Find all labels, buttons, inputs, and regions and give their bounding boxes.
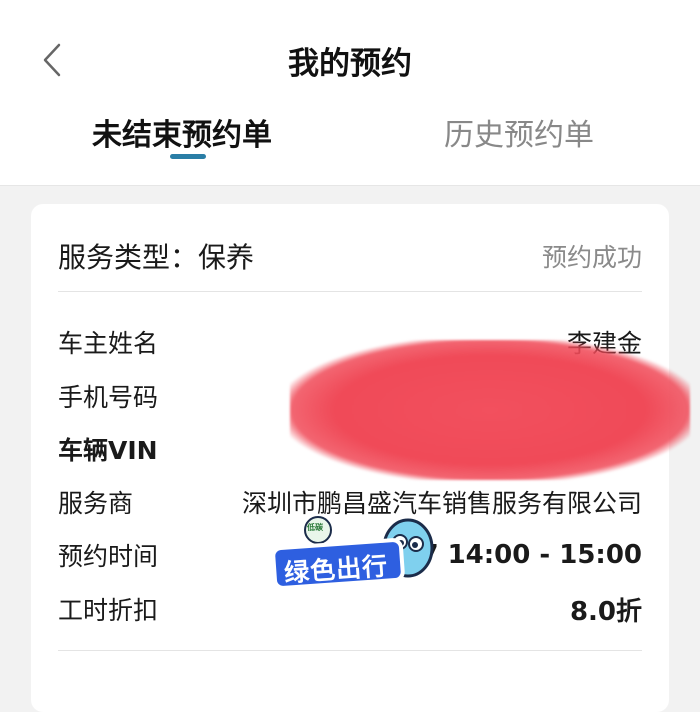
card-header: 服务类型：保养 预约成功	[58, 232, 642, 292]
card-divider	[58, 650, 642, 651]
status-badge: 预约成功	[541, 243, 642, 272]
sticker-text: 绿色出行	[283, 551, 390, 588]
top-bar: 我的预约 未结束预约单 历史预约单	[0, 0, 700, 186]
appointment-time-value: 7 14:00 - 15:00	[420, 540, 642, 570]
labor-discount-value: 8.0折	[569, 596, 642, 627]
redaction-scribble	[290, 340, 690, 480]
page-title: 我的预约	[288, 46, 412, 82]
sticker-badge: 低碳	[307, 523, 323, 532]
tab-open-appointments[interactable]: 未结束预约单	[92, 110, 272, 154]
vin-label: 车辆VIN	[58, 436, 158, 465]
labor-discount-label: 工时折扣	[58, 596, 159, 625]
green-travel-sticker: 低碳 绿色出行	[268, 506, 438, 596]
appointment-time-label: 预约时间	[58, 542, 159, 571]
service-type-label: 服务类型：保养	[58, 241, 255, 274]
active-tab-indicator	[170, 154, 206, 159]
tab-history-appointments[interactable]: 历史预约单	[444, 110, 594, 154]
provider-label: 服务商	[58, 489, 134, 518]
phone-label: 手机号码	[58, 383, 159, 412]
owner-name-label: 车主姓名	[58, 329, 159, 358]
